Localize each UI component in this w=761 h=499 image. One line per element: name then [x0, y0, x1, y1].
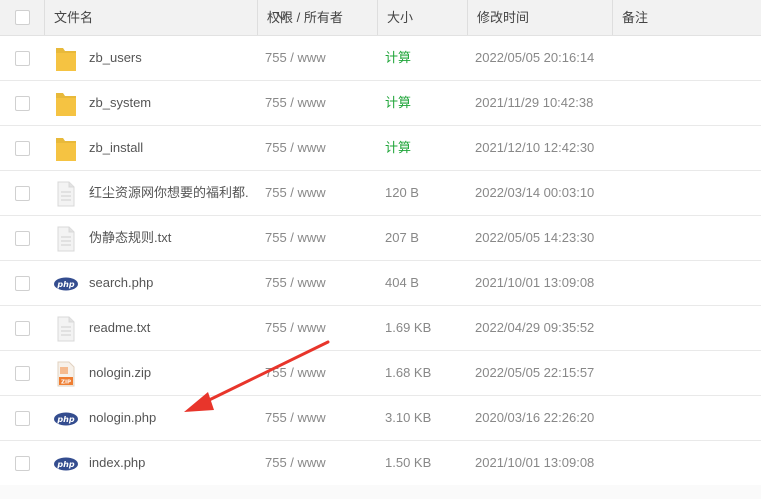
- row-checkbox[interactable]: [15, 411, 30, 426]
- modified-time: 2021/12/10 12:42:30: [475, 140, 595, 155]
- file-name-link[interactable]: zb_users: [89, 36, 249, 80]
- file-name-link[interactable]: 红尘资源网你想要的福利都...: [89, 171, 249, 215]
- file-name-link[interactable]: nologin.zip: [89, 351, 249, 395]
- column-header-perm[interactable]: 权限 / 所有者: [257, 0, 377, 35]
- permission-owner[interactable]: 755 / www: [265, 216, 326, 260]
- row-checkbox[interactable]: [15, 51, 30, 66]
- calculate-size-link[interactable]: 计算: [385, 81, 411, 125]
- table-row[interactable]: php search.php 755 / www 404 B 2021/10/01 13…: [0, 261, 761, 306]
- table-row[interactable]: zb_system 755 / www 计算 2021/11/29 10:42:38: [0, 81, 761, 126]
- file-size: 1.50 KB: [385, 455, 432, 470]
- modified-time: 2022/03/14 00:03:10: [475, 185, 595, 200]
- file-size: 207 B: [385, 230, 419, 245]
- row-checkbox[interactable]: [15, 276, 30, 291]
- folder-icon: [54, 45, 78, 73]
- modified-time: 2021/11/29 10:42:38: [475, 95, 594, 110]
- calculate-size-link[interactable]: 计算: [385, 126, 411, 170]
- table-row[interactable]: 伪静态规则.txt 755 / www 207 B 2022/05/05 14:23:…: [0, 216, 761, 261]
- permission-owner[interactable]: 755 / www: [265, 36, 326, 80]
- row-checkbox[interactable]: [15, 456, 30, 471]
- file-size: 3.10 KB: [385, 410, 432, 425]
- permission-owner[interactable]: 755 / www: [265, 441, 326, 485]
- file-name-link[interactable]: readme.txt: [89, 306, 249, 350]
- php-icon: php: [54, 270, 78, 298]
- text-file-icon: [54, 180, 78, 208]
- select-all-checkbox[interactable]: [15, 10, 30, 25]
- file-size: 120 B: [385, 185, 419, 200]
- zip-icon: ZIP: [54, 360, 78, 388]
- row-checkbox[interactable]: [15, 231, 30, 246]
- folder-icon: [54, 135, 78, 163]
- table-row[interactable]: 红尘资源网你想要的福利都... 755 / www 120 B 2022/03/14 …: [0, 171, 761, 216]
- file-size: 404 B: [385, 275, 419, 290]
- table-row[interactable]: php index.php 755 / www 1.50 KB 2021/10/01 1…: [0, 441, 761, 486]
- modified-time: 2022/05/05 22:15:57: [475, 365, 595, 380]
- file-name-link[interactable]: index.php: [89, 441, 249, 485]
- row-checkbox[interactable]: [15, 366, 30, 381]
- file-name-link[interactable]: search.php: [89, 261, 249, 305]
- row-checkbox[interactable]: [15, 96, 30, 111]
- file-name-link[interactable]: 伪静态规则.txt: [89, 216, 249, 260]
- text-file-icon: [54, 225, 78, 253]
- php-icon: php: [54, 450, 78, 478]
- table-row[interactable]: readme.txt 755 / www 1.69 KB 2022/04/29 09:…: [0, 306, 761, 351]
- modified-time: 2021/10/01 13:09:08: [475, 455, 595, 470]
- permission-owner[interactable]: 755 / www: [265, 81, 326, 125]
- table-row[interactable]: zb_install 755 / www 计算 2021/12/10 12:42:30: [0, 126, 761, 171]
- row-checkbox[interactable]: [15, 141, 30, 156]
- permission-owner[interactable]: 755 / www: [265, 126, 326, 170]
- file-name-link[interactable]: zb_system: [89, 81, 249, 125]
- svg-text:ZIP: ZIP: [61, 380, 71, 386]
- calculate-size-link[interactable]: 计算: [385, 36, 411, 80]
- permission-owner[interactable]: 755 / www: [265, 351, 326, 395]
- column-header-note[interactable]: 备注: [612, 0, 761, 35]
- file-name-link[interactable]: zb_install: [89, 126, 249, 170]
- svg-text:php: php: [56, 415, 74, 424]
- modified-time: 2021/10/01 13:09:08: [475, 275, 595, 290]
- table-header: 文件名 权限 / 所有者 大小 修改时间 备注: [0, 0, 761, 36]
- modified-time: 2022/05/05 14:23:30: [475, 230, 595, 245]
- svg-text:php: php: [56, 280, 74, 289]
- modified-time: 2020/03/16 22:26:20: [475, 410, 595, 425]
- svg-text:php: php: [56, 460, 74, 469]
- table-row[interactable]: php nologin.php 755 / www 3.10 KB 2020/03/16…: [0, 396, 761, 441]
- permission-owner[interactable]: 755 / www: [265, 261, 326, 305]
- table-footer-strip: [0, 485, 761, 499]
- file-size: 1.69 KB: [385, 320, 432, 335]
- column-header-name[interactable]: 文件名: [44, 0, 288, 35]
- permission-owner[interactable]: 755 / www: [265, 306, 326, 350]
- folder-icon: [54, 90, 78, 118]
- file-size: 1.68 KB: [385, 365, 432, 380]
- text-file-icon: [54, 315, 78, 343]
- modified-time: 2022/04/29 09:35:52: [475, 320, 595, 335]
- column-header-mtime[interactable]: 修改时间: [467, 0, 612, 35]
- column-header-size[interactable]: 大小: [377, 0, 467, 35]
- row-checkbox[interactable]: [15, 321, 30, 336]
- modified-time: 2022/05/05 20:16:14: [475, 50, 595, 65]
- row-checkbox[interactable]: [15, 186, 30, 201]
- permission-owner[interactable]: 755 / www: [265, 396, 326, 440]
- table-row[interactable]: zb_users 755 / www 计算 2022/05/05 20:16:14: [0, 36, 761, 81]
- php-icon: php: [54, 405, 78, 433]
- file-name-link[interactable]: nologin.php: [89, 396, 249, 440]
- table-row[interactable]: ZIP nologin.zip 755 / www 1.68 KB 2022/05/05…: [0, 351, 761, 396]
- permission-owner[interactable]: 755 / www: [265, 171, 326, 215]
